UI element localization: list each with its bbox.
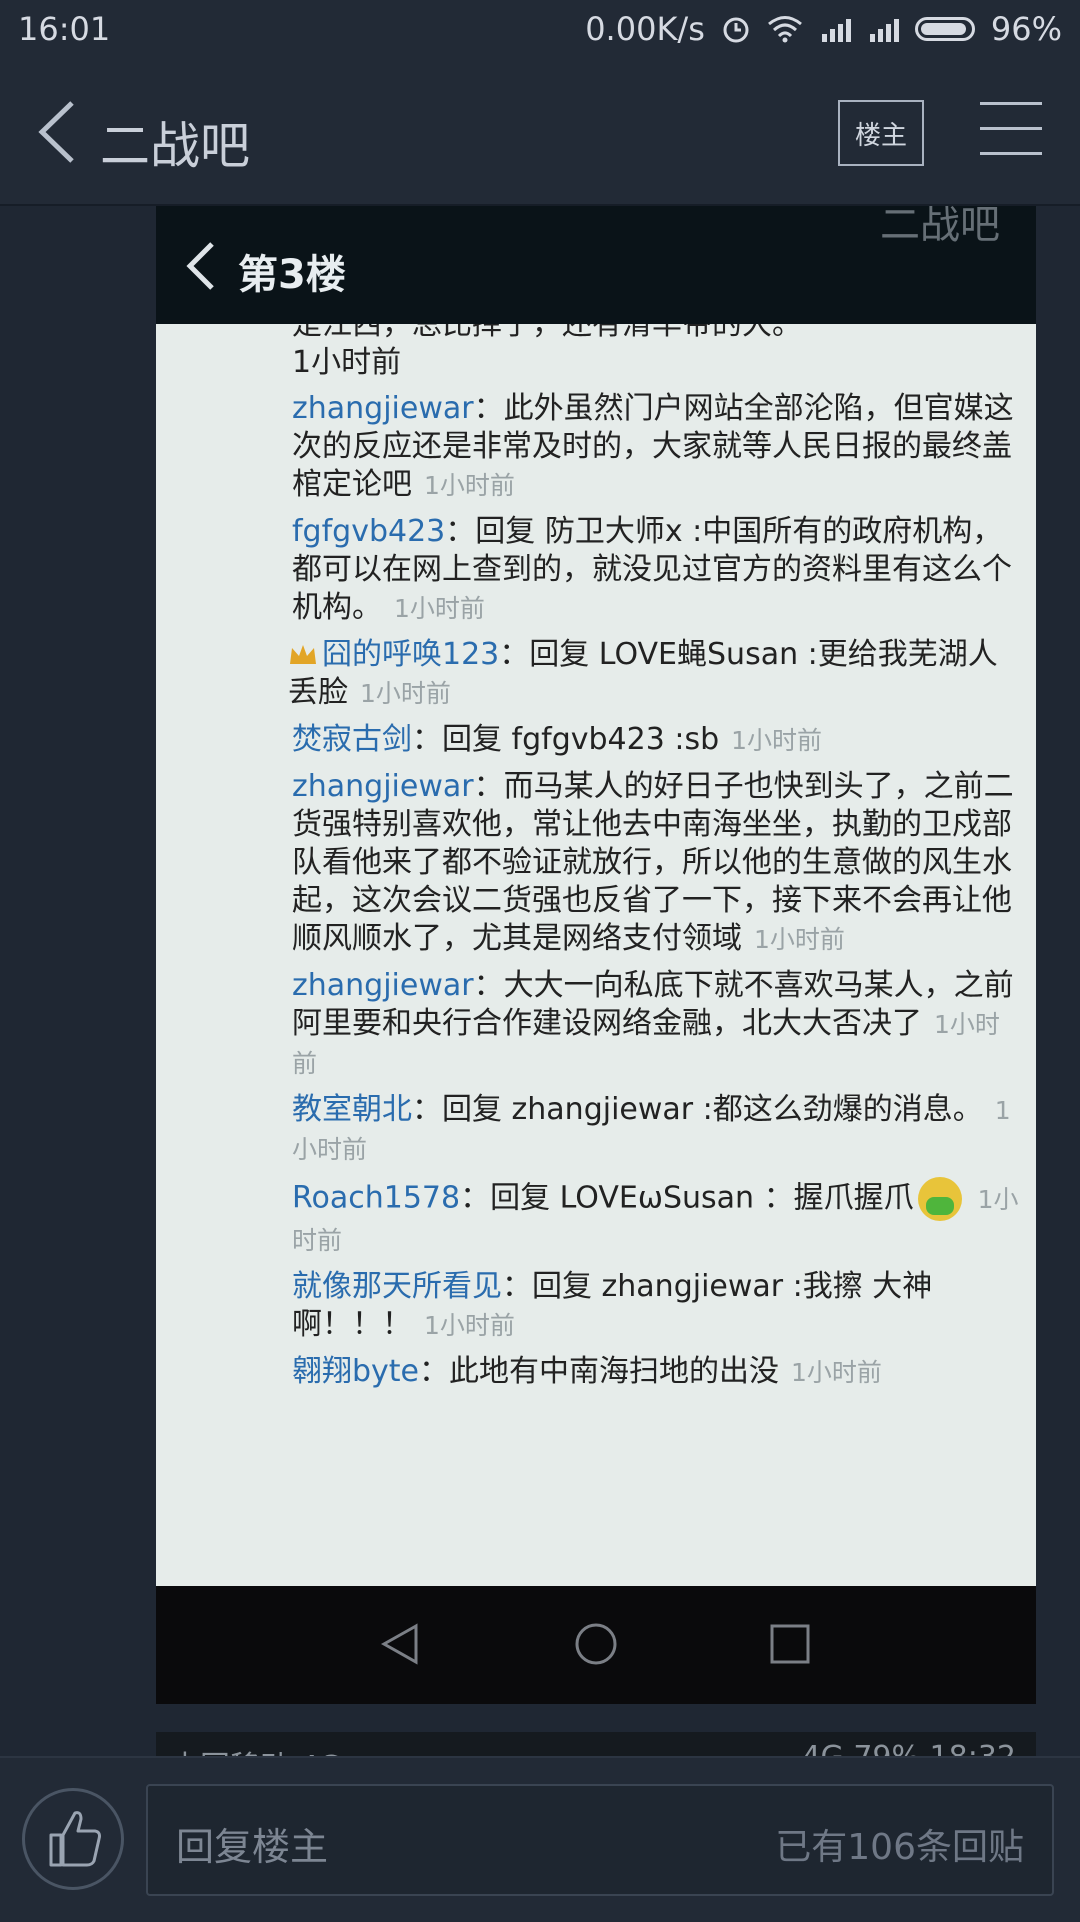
comment-time: 1小时前 xyxy=(394,594,485,623)
list-item: 囧的呼唤123：回复 LOVE蝇Susan :更给我芜湖人丢脸 1小时前 xyxy=(288,636,1022,713)
status-bar: 16:01 0.00K/s 96% xyxy=(0,0,1080,62)
comment-text: ：此地有中南海扫地的出没 xyxy=(419,1354,780,1389)
comment-user: fgfgvb423 xyxy=(292,514,446,549)
image-header: 二战吧 第3楼 xyxy=(156,206,1036,324)
comment-user: 囧的呼唤123 xyxy=(322,637,500,672)
post-image[interactable]: 二战吧 第3楼 是江西，总比挥了，还有清华带的大。 1小时前 zhangjiew… xyxy=(156,206,1036,1704)
comment-time: 1小时前 xyxy=(731,726,823,755)
comment-user: zhangjiewar xyxy=(292,769,474,804)
comment-text: ：回复 LOVEωSusan ：握爪握爪 xyxy=(460,1180,914,1216)
comment-user: 翱翔byte xyxy=(292,1354,420,1389)
list-item: 就像那天所看见：回复 zhangjiewar :我擦 大神啊！！！ 1小时前 xyxy=(292,1268,1022,1345)
reply-input[interactable]: 回复楼主 已有106条回贴 xyxy=(146,1784,1054,1896)
recents-square-icon xyxy=(770,1624,810,1664)
only-op-button[interactable]: 楼主 xyxy=(838,100,924,166)
comment-text: ：回复 fgfgvb423 :sb xyxy=(412,722,720,757)
reply-count: 已有106条回贴 xyxy=(775,1827,1024,1868)
net-speed: 0.00K/s xyxy=(585,10,705,48)
list-item: 教室朝北：回复 zhangjiewar :都这么劲爆的消息。 1小时前 xyxy=(292,1091,1022,1169)
comment-user: 就像那天所看见 xyxy=(292,1269,502,1304)
signal-icon xyxy=(819,16,851,42)
comment-user: zhangjiewar xyxy=(292,968,474,1003)
thumbs-up-icon xyxy=(49,1811,101,1867)
comment-text: 是江西，总比挥了，还有清华带的大。 xyxy=(292,324,802,342)
comment-time: 1小时前 xyxy=(424,471,515,500)
comment-user: zhangjiewar xyxy=(292,391,474,426)
comment-user: 教室朝北 xyxy=(292,1092,412,1127)
comment-user: 焚寂古剑 xyxy=(292,722,412,757)
menu-icon[interactable] xyxy=(980,102,1042,162)
list-item: zhangjiewar：而马某人的好日子也快到头了，之前二货强特别喜欢他，常让他… xyxy=(292,768,1022,959)
list-item: 翱翔byte：此地有中南海扫地的出没 1小时前 xyxy=(292,1353,1022,1392)
image-comment-list: 是江西，总比挥了，还有清华带的大。 1小时前 zhangjiewar：此外虽然门… xyxy=(156,324,1036,1586)
comment-text: ：回复 zhangjiewar :都这么劲爆的消息。 xyxy=(412,1092,983,1127)
back-triangle-icon xyxy=(380,1623,418,1665)
page-title: 二战吧 xyxy=(100,117,250,175)
list-item: zhangjiewar：大大一向私底下就不喜欢马某人，之前阿里要和央行合作建设网… xyxy=(292,967,1022,1083)
wifi-icon xyxy=(767,16,802,43)
title-bar: 二战吧 楼主 xyxy=(0,62,1080,206)
chevron-left-icon xyxy=(186,242,214,290)
list-item: 是江西，总比挥了，还有清华带的大。 1小时前 xyxy=(292,324,1022,382)
comment-user: Roach1578 xyxy=(292,1180,461,1216)
like-button[interactable] xyxy=(22,1788,124,1890)
crown-icon xyxy=(290,645,316,664)
chevron-left-icon[interactable] xyxy=(30,97,90,167)
home-circle-icon xyxy=(575,1623,617,1665)
comment-time: 1小时前 xyxy=(360,679,451,708)
comment-time: 1小时前 xyxy=(791,1358,882,1387)
battery-level: 96% xyxy=(990,10,1062,48)
battery-icon xyxy=(914,17,975,41)
reply-bar: 回复楼主 已有106条回贴 xyxy=(0,1756,1080,1922)
list-item: 焚寂古剑：回复 fgfgvb423 :sb 1小时前 xyxy=(292,721,1022,760)
signal-icon xyxy=(867,16,899,42)
list-item: Roach1578：回复 LOVEωSusan ：握爪握爪 1小时前 xyxy=(292,1177,1022,1260)
sick-face-emoji-icon xyxy=(917,1177,962,1221)
list-item: fgfgvb423：回复 防卫大师x :中国所有的政府机构，都可以在网上查到的，… xyxy=(292,513,1022,628)
list-item: zhangjiewar：此外虽然门户网站全部沦陷，但官媒这次的反应还是非常及时的… xyxy=(292,390,1022,505)
image-watermark: 二战吧 xyxy=(880,206,1000,248)
image-nav-bar xyxy=(156,1586,1036,1704)
comment-time: 1小时前 xyxy=(754,925,845,954)
alarm-icon xyxy=(723,17,749,43)
image-floor-title: 第3楼 xyxy=(238,252,346,298)
status-time: 16:01 xyxy=(18,10,111,48)
comment-time: 1小时前 xyxy=(424,1311,515,1340)
reply-placeholder: 回复楼主 xyxy=(176,1825,329,1869)
comment-time: 1小时前 xyxy=(292,345,402,380)
